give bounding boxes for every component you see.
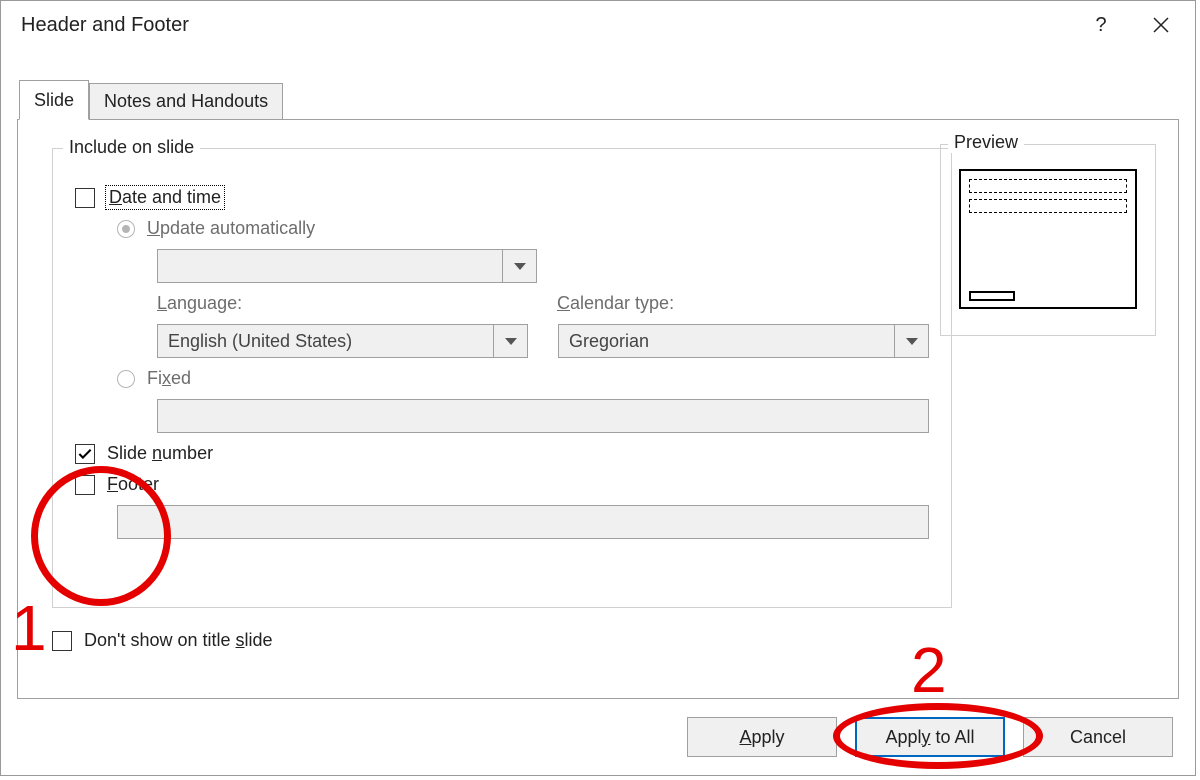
close-button[interactable] — [1131, 3, 1191, 47]
apply-button-label: Apply — [739, 727, 784, 748]
row-fixed-text — [157, 399, 929, 433]
preview-placeholder-body — [969, 199, 1127, 213]
row-date-format — [157, 249, 929, 283]
radio-update-automatically[interactable] — [117, 220, 135, 238]
tab-area: Slide Notes and Handouts Include on slid… — [17, 79, 1179, 775]
checkbox-dont-show-title[interactable] — [52, 631, 72, 651]
textbox-fixed-date[interactable] — [157, 399, 929, 433]
row-update-auto: Update automatically — [117, 218, 929, 239]
tab-notes-label: Notes and Handouts — [104, 91, 268, 111]
label-calendar: Calendar type: — [557, 293, 674, 314]
textbox-footer[interactable] — [117, 505, 929, 539]
include-on-slide-group: Include on slide Date and time Update au… — [52, 148, 952, 608]
include-legend: Include on slide — [63, 137, 200, 158]
tab-notes-handouts[interactable]: Notes and Handouts — [89, 83, 283, 119]
row-footer-text — [117, 505, 929, 539]
header-footer-dialog: Header and Footer ? Slide Notes and Hand… — [0, 0, 1196, 776]
preview-placeholder-title — [969, 179, 1127, 193]
chevron-down-icon — [894, 325, 928, 357]
label-slide-number: Slide number — [107, 443, 213, 464]
preview-slide-thumbnail — [959, 169, 1137, 309]
label-footer: Footer — [107, 474, 159, 495]
label-dont-show-title: Don't show on title slide — [84, 630, 273, 651]
preview-group-box — [940, 144, 1156, 336]
tab-slide-label: Slide — [34, 90, 74, 110]
checkbox-footer[interactable] — [75, 475, 95, 495]
row-slide-number: Slide number — [75, 443, 929, 464]
tabstrip: Slide Notes and Handouts — [19, 79, 1179, 119]
radio-fixed[interactable] — [117, 370, 135, 388]
titlebar: Header and Footer ? — [1, 1, 1195, 49]
cancel-button[interactable]: Cancel — [1023, 717, 1173, 757]
apply-to-all-label: Apply to All — [885, 727, 974, 748]
label-date-time: Date and time — [107, 187, 223, 208]
row-lang-cal-labels: Language: Calendar type: — [157, 293, 929, 314]
checkbox-date-time[interactable] — [75, 188, 95, 208]
apply-button[interactable]: Apply — [687, 717, 837, 757]
row-lang-cal: English (United States) Gregorian — [157, 324, 929, 358]
combo-date-format[interactable] — [157, 249, 537, 283]
label-fixed: Fixed — [147, 368, 191, 389]
close-icon — [1152, 16, 1170, 34]
row-dont-show-title: Don't show on title slide — [52, 630, 1158, 651]
combo-calendar[interactable]: Gregorian — [558, 324, 929, 358]
preview-group: Preview — [940, 144, 1156, 336]
checkbox-slide-number[interactable] — [75, 444, 95, 464]
preview-placeholder-slide-number — [969, 291, 1015, 301]
preview-legend: Preview — [948, 132, 1024, 153]
label-update-auto: Update automatically — [147, 218, 315, 239]
help-button[interactable]: ? — [1071, 3, 1131, 47]
dialog-button-row: Apply Apply to All Cancel — [687, 717, 1173, 757]
tab-panel-slide: Include on slide Date and time Update au… — [17, 119, 1179, 699]
row-date-time: Date and time — [75, 187, 929, 208]
row-fixed: Fixed — [117, 368, 929, 389]
row-footer: Footer — [75, 474, 929, 495]
combo-calendar-value: Gregorian — [559, 331, 894, 352]
tab-slide[interactable]: Slide — [19, 80, 89, 120]
combo-language-value: English (United States) — [158, 331, 493, 352]
apply-to-all-button[interactable]: Apply to All — [855, 717, 1005, 757]
label-language: Language: — [157, 293, 557, 314]
dialog-title: Header and Footer — [21, 14, 1071, 37]
combo-language[interactable]: English (United States) — [157, 324, 528, 358]
chevron-down-icon — [502, 250, 536, 282]
cancel-button-label: Cancel — [1070, 727, 1126, 748]
chevron-down-icon — [493, 325, 527, 357]
